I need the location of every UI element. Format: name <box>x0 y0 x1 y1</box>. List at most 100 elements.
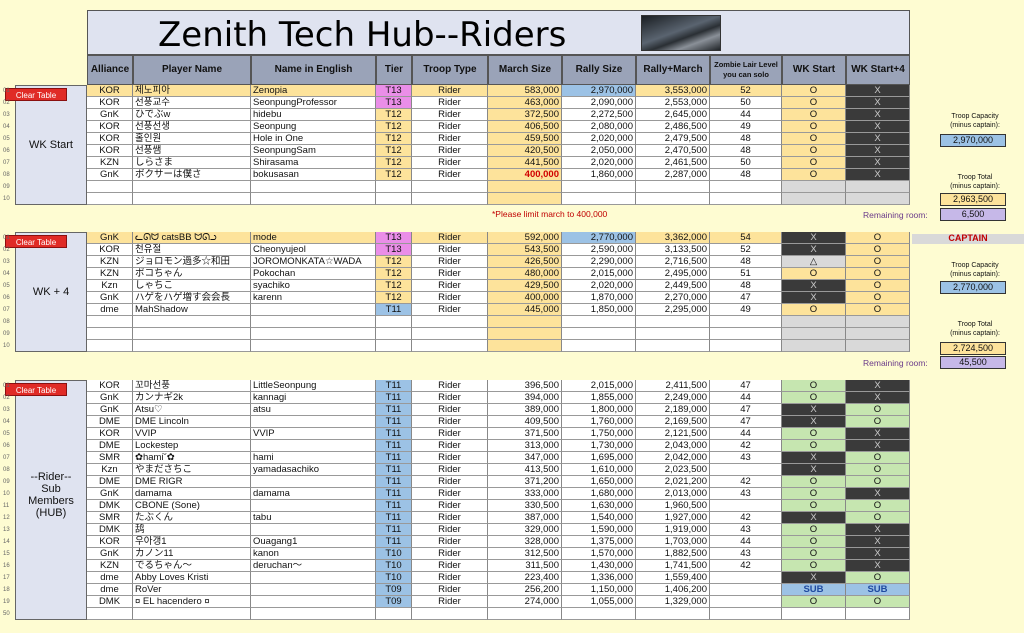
cell-rally-size[interactable]: 2,770,000 <box>562 232 636 244</box>
cell-wk-start-4[interactable] <box>846 316 910 328</box>
cell-zombie-lair-level-you-can-solo[interactable]: 47 <box>710 292 782 304</box>
cell-wk-start[interactable]: SUB <box>782 584 846 596</box>
cell-tier[interactable]: T12 <box>376 280 412 292</box>
cell-march-size[interactable]: 592,000 <box>488 232 562 244</box>
cell-name-in-english[interactable]: syachiko <box>251 280 376 292</box>
cell-troop-type[interactable]: Rider <box>412 512 488 524</box>
cell-rally-march[interactable]: 2,042,000 <box>636 452 710 464</box>
cell-zombie-lair-level-you-can-solo[interactable]: 42 <box>710 476 782 488</box>
cell-wk-start[interactable] <box>782 328 846 340</box>
cell-troop-type[interactable]: Rider <box>412 268 488 280</box>
cell-march-size[interactable]: 413,500 <box>488 464 562 476</box>
cell-player-name[interactable]: 선풍선생 <box>133 121 251 133</box>
cell-zombie-lair-level-you-can-solo[interactable]: 43 <box>710 548 782 560</box>
cell-rally-size[interactable]: 1,570,000 <box>562 548 636 560</box>
cell-player-name[interactable]: やまださちこ <box>133 464 251 476</box>
cell-rally-march[interactable]: 2,043,000 <box>636 440 710 452</box>
cell-player-name[interactable]: カノン11 <box>133 548 251 560</box>
cell-wk-start-4[interactable] <box>846 608 910 620</box>
cell-wk-start-4[interactable]: X <box>846 548 910 560</box>
cell-name-in-english[interactable]: deruchan〜 <box>251 560 376 572</box>
cell-name-in-english[interactable] <box>251 572 376 584</box>
cell-alliance[interactable]: dme <box>87 304 133 316</box>
cell-player-name[interactable]: 천유절 <box>133 244 251 256</box>
cell-tier[interactable]: T11 <box>376 524 412 536</box>
cell-rally-size[interactable]: 2,020,000 <box>562 133 636 145</box>
cell-zombie-lair-level-you-can-solo[interactable]: 48 <box>710 133 782 145</box>
cell-wk-start-4[interactable]: O <box>846 280 910 292</box>
cell-rally-size[interactable]: 1,650,000 <box>562 476 636 488</box>
cell-rally-size[interactable]: 1,695,000 <box>562 452 636 464</box>
cell-alliance[interactable] <box>87 328 133 340</box>
cell-rally-march[interactable]: 2,553,000 <box>636 97 710 109</box>
cell-tier[interactable]: T11 <box>376 488 412 500</box>
cell-name-in-english[interactable]: atsu <box>251 404 376 416</box>
cell-rally-march[interactable]: 1,882,500 <box>636 548 710 560</box>
cell-rally-march[interactable]: 2,270,000 <box>636 292 710 304</box>
cell-wk-start-4[interactable]: O <box>846 500 910 512</box>
cell-zombie-lair-level-you-can-solo[interactable] <box>710 340 782 352</box>
cell-player-name[interactable] <box>133 340 251 352</box>
cell-wk-start-4[interactable]: O <box>846 304 910 316</box>
cell-march-size[interactable]: 223,400 <box>488 572 562 584</box>
cell-troop-type[interactable] <box>412 608 488 620</box>
cell-tier[interactable]: T11 <box>376 500 412 512</box>
cell-name-in-english[interactable] <box>251 584 376 596</box>
cell-rally-size[interactable]: 1,730,000 <box>562 440 636 452</box>
cell-name-in-english[interactable] <box>251 340 376 352</box>
cell-player-name[interactable]: MahShadow <box>133 304 251 316</box>
cell-name-in-english[interactable]: Shirasama <box>251 157 376 169</box>
cell-troop-type[interactable]: Rider <box>412 97 488 109</box>
cell-name-in-english[interactable] <box>251 524 376 536</box>
cell-alliance[interactable]: DMK <box>87 596 133 608</box>
cell-alliance[interactable]: GnK <box>87 109 133 121</box>
cell-tier[interactable]: T13 <box>376 232 412 244</box>
cell-march-size[interactable]: 330,500 <box>488 500 562 512</box>
cell-alliance[interactable]: GnK <box>87 169 133 181</box>
cell-march-size[interactable]: 400,000 <box>488 292 562 304</box>
cell-zombie-lair-level-you-can-solo[interactable] <box>710 572 782 584</box>
cell-player-name[interactable]: 선풍쌤 <box>133 145 251 157</box>
cell-player-name[interactable]: ひでぶw <box>133 109 251 121</box>
cell-rally-size[interactable]: 2,015,000 <box>562 380 636 392</box>
cell-zombie-lair-level-you-can-solo[interactable]: 42 <box>710 560 782 572</box>
cell-name-in-english[interactable]: kannagi <box>251 392 376 404</box>
cell-rally-march[interactable]: 3,362,000 <box>636 232 710 244</box>
cell-name-in-english[interactable]: yamadasachiko <box>251 464 376 476</box>
cell-wk-start[interactable]: O <box>782 548 846 560</box>
cell-name-in-english[interactable] <box>251 193 376 205</box>
cell-tier[interactable]: T12 <box>376 268 412 280</box>
cell-march-size[interactable]: 441,500 <box>488 157 562 169</box>
cell-zombie-lair-level-you-can-solo[interactable] <box>710 500 782 512</box>
cell-wk-start[interactable]: X <box>782 512 846 524</box>
cell-rally-march[interactable]: 2,287,000 <box>636 169 710 181</box>
cell-player-name[interactable]: CBONE (Sone) <box>133 500 251 512</box>
cell-rally-size[interactable]: 1,870,000 <box>562 292 636 304</box>
cell-player-name[interactable]: ✿hami˘✿ <box>133 452 251 464</box>
cell-player-name[interactable]: DME RIGR <box>133 476 251 488</box>
cell-tier[interactable]: T10 <box>376 572 412 584</box>
cell-alliance[interactable] <box>87 608 133 620</box>
cell-march-size[interactable]: 389,000 <box>488 404 562 416</box>
cell-zombie-lair-level-you-can-solo[interactable]: 47 <box>710 380 782 392</box>
cell-rally-size[interactable]: 1,590,000 <box>562 524 636 536</box>
cell-troop-type[interactable]: Rider <box>412 476 488 488</box>
cell-wk-start[interactable]: O <box>782 536 846 548</box>
cell-wk-start[interactable]: X <box>782 244 846 256</box>
cell-wk-start[interactable]: X <box>782 280 846 292</box>
cell-name-in-english[interactable] <box>251 500 376 512</box>
cell-rally-size[interactable] <box>562 328 636 340</box>
cell-zombie-lair-level-you-can-solo[interactable]: 43 <box>710 488 782 500</box>
cell-alliance[interactable]: KOR <box>87 244 133 256</box>
cell-player-name[interactable]: カンナギ2k <box>133 392 251 404</box>
cell-rally-size[interactable]: 2,290,000 <box>562 256 636 268</box>
cell-alliance[interactable]: SMR <box>87 512 133 524</box>
cell-wk-start-4[interactable]: O <box>846 452 910 464</box>
cell-zombie-lair-level-you-can-solo[interactable]: 42 <box>710 512 782 524</box>
cell-zombie-lair-level-you-can-solo[interactable]: 50 <box>710 157 782 169</box>
cell-march-size[interactable]: 445,000 <box>488 304 562 316</box>
cell-zombie-lair-level-you-can-solo[interactable] <box>710 584 782 596</box>
cell-troop-type[interactable] <box>412 193 488 205</box>
cell-zombie-lair-level-you-can-solo[interactable] <box>710 464 782 476</box>
cell-tier[interactable]: T13 <box>376 85 412 97</box>
